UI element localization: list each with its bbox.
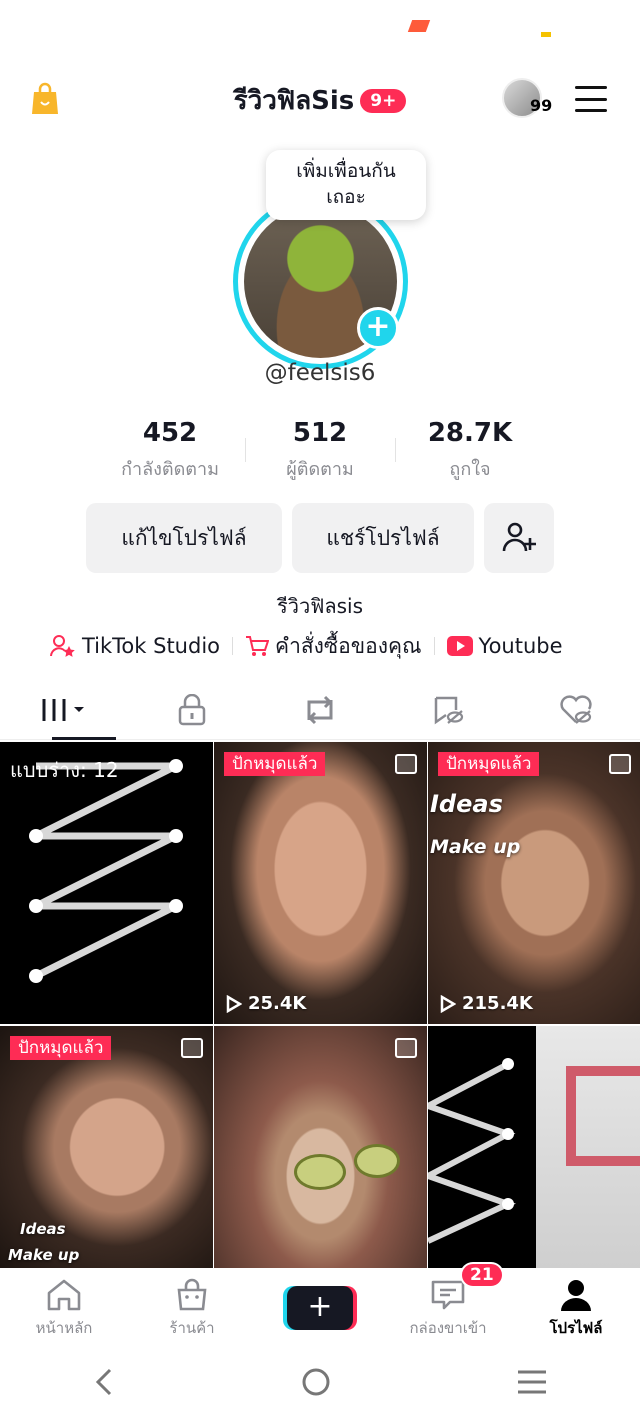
home-circle-icon[interactable] xyxy=(301,1367,331,1397)
cart-icon xyxy=(246,636,270,656)
pinned-badge: ปักหมุดแล้ว xyxy=(438,752,540,776)
bottom-nav: หน้าหลัก ร้านค้า + 21 กล่องขาเข้า โปรไฟล… xyxy=(0,1262,640,1348)
inbox-badge: 21 xyxy=(460,1262,504,1288)
notification-badge: 9+ xyxy=(360,88,407,113)
add-friends-bubble[interactable]: เพิ่มเพื่อนกัน เถอะ xyxy=(266,150,426,220)
status-mark xyxy=(407,20,431,32)
nav-profile[interactable]: โปรไฟล์ xyxy=(512,1268,640,1348)
back-icon[interactable] xyxy=(92,1367,116,1397)
stats-row: 452 กำลังติดตาม 512 ผู้ติดตาม 28.7K ถูกใ… xyxy=(95,418,545,488)
pattern-lock-graphic xyxy=(428,1058,516,1244)
overlay-caption: Ideas xyxy=(20,1220,66,1238)
nav-shop[interactable]: ร้านค้า xyxy=(128,1268,256,1348)
photo-icon xyxy=(395,754,417,774)
youtube-icon xyxy=(446,636,473,656)
repost-icon xyxy=(307,695,333,724)
glasses-graphic xyxy=(294,1154,346,1190)
stat-likes[interactable]: 28.7K ถูกใจ xyxy=(395,418,545,488)
bio: รีวิวฟิลsis xyxy=(276,594,363,618)
nav-inbox[interactable]: 21 กล่องขาเข้า xyxy=(384,1262,512,1348)
nav-create[interactable]: + xyxy=(256,1268,384,1348)
overlay-caption: Make up xyxy=(8,1246,80,1264)
inbox-icon xyxy=(431,1280,465,1310)
page-title: รีวิวฟิลSis xyxy=(233,86,355,116)
share-profile-button[interactable]: แชร์โปรไฟล์ xyxy=(292,503,474,573)
video-tile[interactable]: ปักหมุดแล้ว Ideas Make up 215.4K xyxy=(428,742,640,1024)
heart-hidden-icon xyxy=(560,694,592,724)
profile-links: TikTok Studio คำสั่งซื้อของคุณ Youtube xyxy=(50,628,610,664)
stat-value: 28.7K xyxy=(427,418,513,448)
video-tile[interactable] xyxy=(214,1026,427,1268)
creator-star-icon xyxy=(50,635,75,657)
tab-reposts[interactable] xyxy=(256,680,384,739)
add-person-icon xyxy=(502,522,536,552)
nav-label: ร้านค้า xyxy=(169,1319,215,1337)
system-nav xyxy=(0,1348,640,1415)
menu-icon[interactable] xyxy=(575,86,607,112)
drafts-tile[interactable]: แบบร่าง: 12 xyxy=(0,742,213,1024)
photo-icon xyxy=(395,1038,417,1058)
play-icon xyxy=(440,994,456,1013)
recents-icon[interactable] xyxy=(516,1369,548,1395)
youtube-link[interactable]: Youtube xyxy=(446,634,563,658)
divider xyxy=(232,637,234,655)
tab-private[interactable] xyxy=(128,680,256,739)
video-tile[interactable]: ปักหมุดแล้ว Ideas Make up xyxy=(0,1026,213,1268)
nav-label: กล่องขาเข้า xyxy=(409,1319,487,1337)
view-count: 25.4K xyxy=(226,993,306,1014)
nav-label: หน้าหลัก xyxy=(35,1319,93,1337)
username: @feelsis6 xyxy=(264,360,376,386)
video-grid: แบบร่าง: 12 ปักหมุดแล้ว 25.4K ปักหมุดแล้… xyxy=(0,742,640,1268)
link-label: คำสั่งซื้อของคุณ xyxy=(275,633,422,658)
grid-icon xyxy=(40,698,84,721)
photo-icon xyxy=(181,1038,203,1058)
stat-label: ผู้ติดตาม xyxy=(286,459,354,480)
edit-profile-button[interactable]: แก้ไขโปรไฟล์ xyxy=(86,503,282,573)
drafts-label: แบบร่าง: 12 xyxy=(10,758,119,782)
video-tile[interactable] xyxy=(428,1026,640,1268)
pinned-badge: ปักหมุดแล้ว xyxy=(224,752,326,776)
frame-graphic xyxy=(566,1066,640,1166)
avatar-count: 99 xyxy=(530,96,553,115)
stat-followers[interactable]: 512 ผู้ติดตาม xyxy=(245,418,395,488)
create-button[interactable]: + xyxy=(287,1286,353,1330)
home-icon xyxy=(47,1279,81,1311)
link-label: TikTok Studio xyxy=(82,634,221,658)
lock-icon xyxy=(178,693,206,725)
nav-home[interactable]: หน้าหลัก xyxy=(0,1268,128,1348)
profile-icon xyxy=(561,1280,591,1311)
tiktok-studio-link[interactable]: TikTok Studio xyxy=(50,634,220,658)
tab-liked[interactable] xyxy=(512,680,640,739)
nav-label: โปรไฟล์ xyxy=(549,1319,603,1337)
view-count: 215.4K xyxy=(440,993,533,1014)
glasses-graphic xyxy=(354,1144,400,1178)
photo-icon xyxy=(609,754,631,774)
add-friend-button[interactable] xyxy=(484,503,554,573)
shop-icon xyxy=(177,1278,207,1311)
stat-label: กำลังติดตาม xyxy=(121,459,219,480)
link-label: Youtube xyxy=(478,634,563,658)
content-tabs xyxy=(0,680,640,740)
video-tile[interactable]: ปักหมุดแล้ว 25.4K xyxy=(214,742,427,1024)
stat-label: ถูกใจ xyxy=(449,459,491,480)
tab-saved[interactable] xyxy=(384,680,512,739)
divider xyxy=(433,637,435,655)
add-story-button[interactable]: + xyxy=(357,307,399,349)
top-bar: รีวิวฟิลSis 9+ 99 xyxy=(0,70,640,130)
stat-value: 512 xyxy=(292,418,348,448)
play-icon xyxy=(226,994,242,1013)
overlay-caption: Ideas xyxy=(430,790,503,818)
bookmark-hidden-icon xyxy=(434,696,464,724)
status-mark xyxy=(541,32,551,37)
stat-following[interactable]: 452 กำลังติดตาม xyxy=(95,418,245,488)
overlay-caption: Make up xyxy=(430,836,521,858)
stat-value: 452 xyxy=(142,418,198,448)
orders-link[interactable]: คำสั่งซื้อของคุณ xyxy=(245,630,422,663)
pinned-badge: ปักหมุดแล้ว xyxy=(10,1036,112,1060)
profile-actions: แก้ไขโปรไฟล์ แชร์โปรไฟล์ xyxy=(86,503,554,573)
tab-videos[interactable] xyxy=(0,680,128,740)
